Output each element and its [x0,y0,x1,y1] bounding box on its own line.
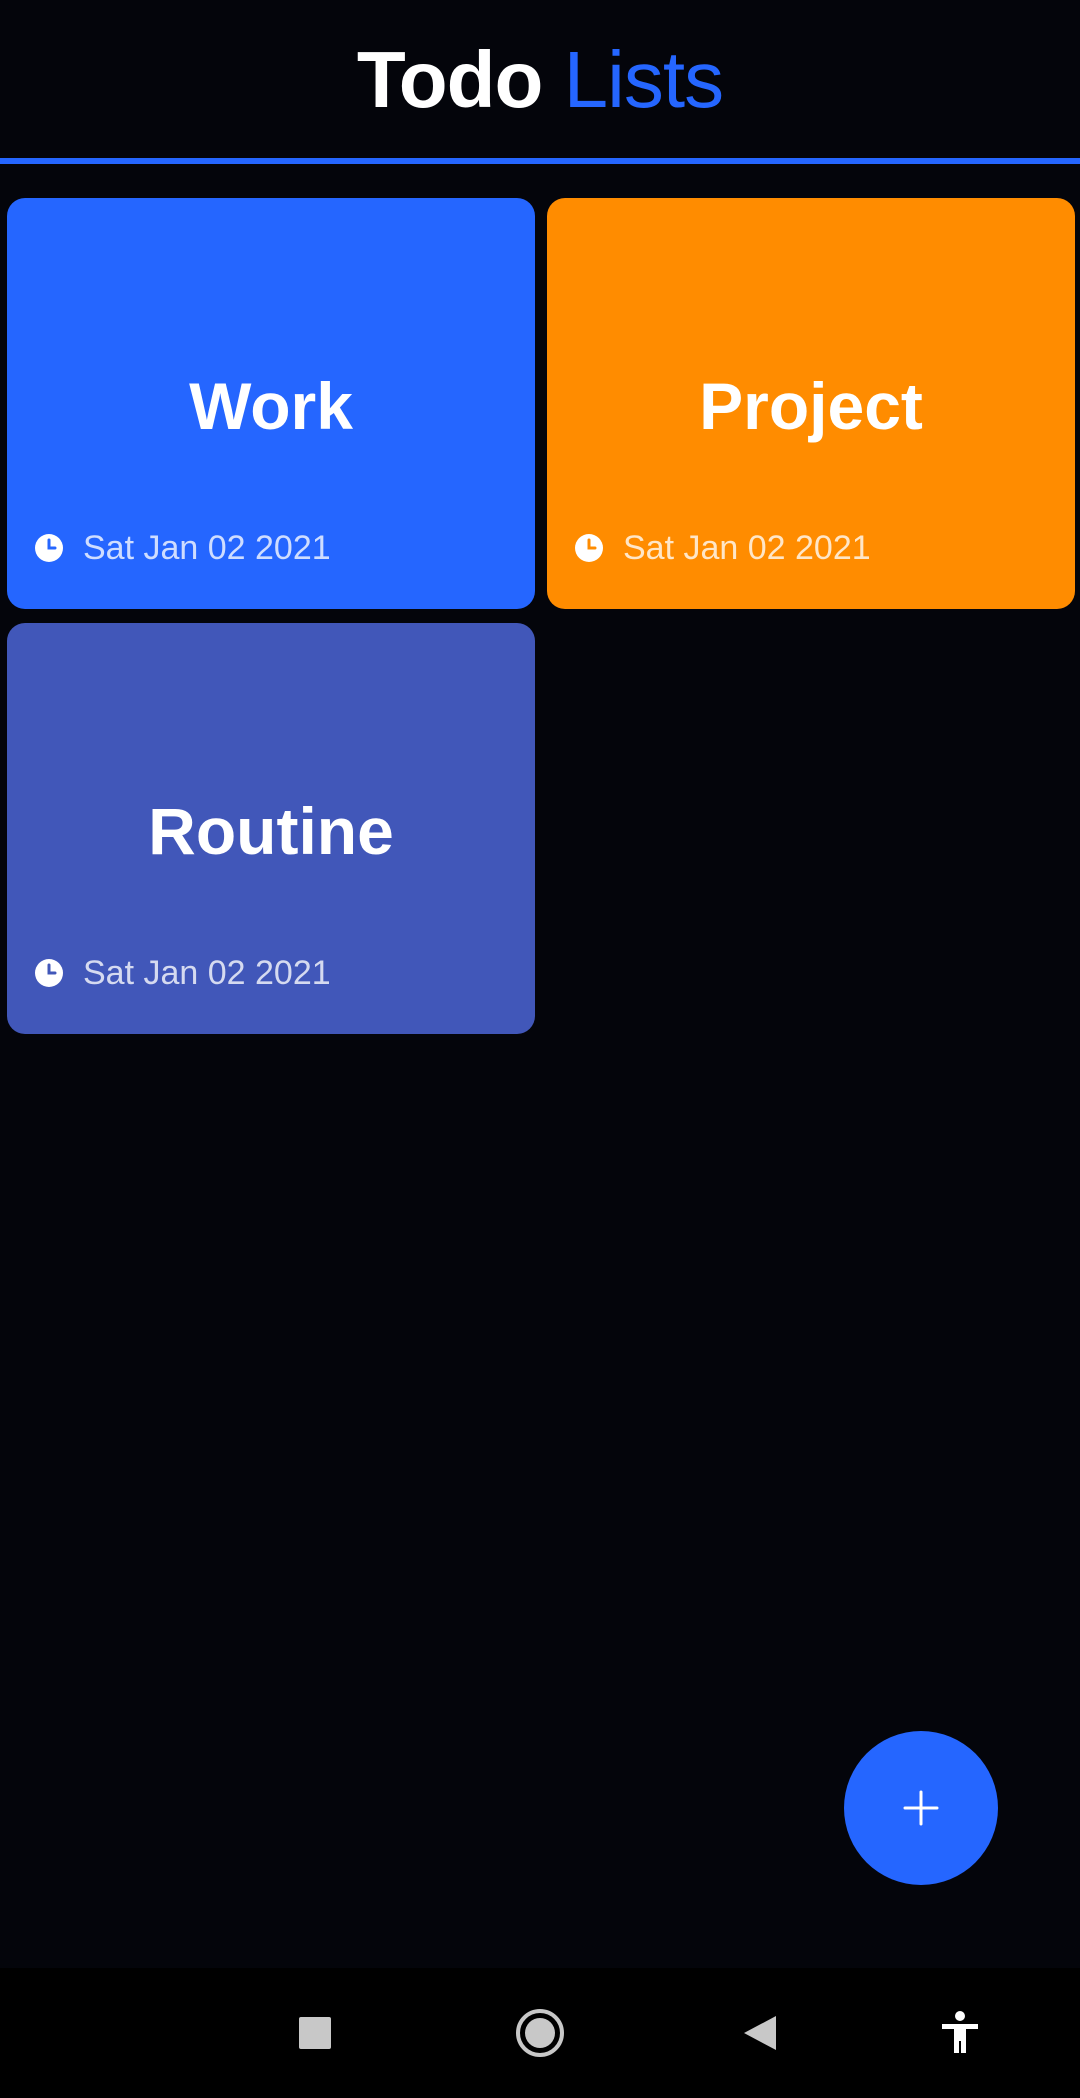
card-date-row: Sat Jan 02 2021 [575,528,871,568]
add-list-button[interactable] [844,1731,998,1885]
accessibility-button[interactable] [920,1968,1000,2098]
card-date-row: Sat Jan 02 2021 [35,953,331,993]
header-divider [0,158,1080,164]
back-button[interactable] [720,1968,800,2098]
page-title-primary: Todo [356,35,544,124]
list-card-routine[interactable]: Routine Sat Jan 02 2021 [7,623,535,1034]
card-title: Routine [148,794,394,868]
card-date: Sat Jan 02 2021 [83,953,331,992]
back-triangle-icon [744,2016,776,2050]
list-card-project[interactable]: Project Sat Jan 02 2021 [547,198,1075,609]
home-circle-icon [516,2009,564,2057]
card-date: Sat Jan 02 2021 [623,528,871,567]
card-date-row: Sat Jan 02 2021 [35,528,331,568]
app-header: Todo Lists [0,0,1080,158]
home-button[interactable] [500,1968,580,2098]
card-title: Work [189,369,353,443]
list-card-work[interactable]: Work Sat Jan 02 2021 [7,198,535,609]
recents-button[interactable] [275,1968,355,2098]
card-title: Project [699,369,923,443]
system-nav-bar [0,1968,1080,2098]
page-title-accent: Lists [563,35,724,124]
accessibility-icon [942,2011,978,2053]
clock-icon [35,534,63,562]
card-date: Sat Jan 02 2021 [83,528,331,567]
clock-icon [575,534,603,562]
recents-square-icon [299,2017,331,2049]
plus-icon [903,1790,939,1826]
page-title: Todo Lists [0,30,1080,130]
clock-icon [35,959,63,987]
